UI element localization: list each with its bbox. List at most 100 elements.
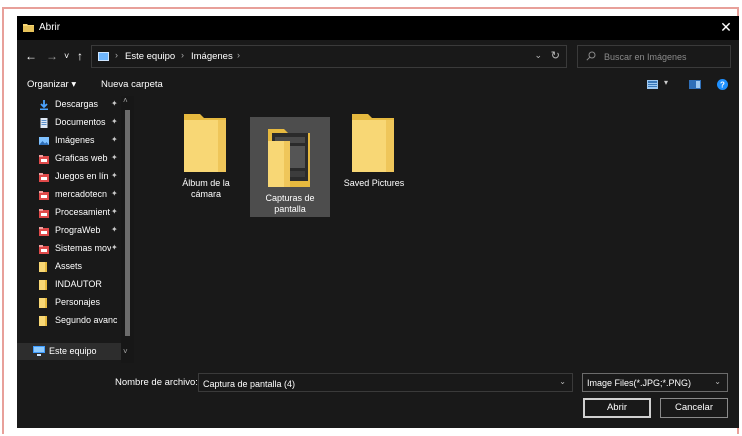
search-input[interactable] [604,50,724,64]
folder-app-icon [23,24,34,32]
breadcrumb-separator: › [115,50,118,60]
open-button[interactable]: Abrir [583,398,651,418]
folder-with-preview-icon [268,129,310,187]
breadcrumb-imagenes[interactable]: Imágenes [191,51,233,62]
app-folder-icon [39,227,49,236]
title-bar: Abrir ✕ [17,16,739,40]
pin-icon[interactable]: ✦ [111,225,118,234]
address-box[interactable]: › Este equipo › Imágenes › ⌄ ↻ [91,45,567,68]
scroll-down-icon[interactable]: ˅ [123,347,128,356]
sidebar-item-label: Sistemas mov [55,243,111,253]
filetype-value: Image Files(*.JPG;*.PNG) [587,378,692,388]
filetype-select[interactable]: Image Files(*.JPG;*.PNG) ⌄ [582,373,728,392]
filename-label: Nombre de archivo: [115,377,198,388]
pin-icon[interactable]: ✦ [111,207,118,216]
download-icon [40,100,48,110]
folder-name: Álbum de la cámara [182,178,230,199]
forward-button[interactable]: → [46,50,58,62]
sidebar-item-este-equipo[interactable]: Este equipo [17,343,121,360]
folder-saved-pictures[interactable]: Saved Pictures [334,102,414,200]
sidebar-item-graficas-web[interactable]: Graficas web ✦ [17,150,121,168]
folder-icon [184,114,226,172]
sidebar-item-label: Este equipo [49,346,97,356]
organize-button[interactable]: Organizar ▾ [27,79,76,90]
chevron-down-icon[interactable]: ⌄ [559,377,566,386]
up-button[interactable]: ↑ [77,50,83,62]
window-title: Abrir [39,22,61,33]
sidebar-scrollbar[interactable]: ˄ ˅ [121,96,134,363]
pictures-icon [39,137,49,145]
computer-icon [33,346,45,356]
preview-pane-icon[interactable] [689,80,701,89]
sidebar-item-label: mercadotecn [55,189,108,199]
filename-input[interactable] [203,377,543,390]
sidebar-item-label: Imágenes [55,135,95,145]
document-icon [40,118,48,128]
sidebar-item-mercadotecnia[interactable]: mercadotecn ✦ [17,186,121,204]
pin-icon[interactable]: ✦ [111,153,118,162]
view-dropdown-icon[interactable]: ▾ [664,78,668,87]
sidebar-item-label: Graficas web [55,153,108,163]
pin-icon[interactable]: ✦ [111,135,118,144]
file-name-panel: Nombre de archivo: ⌄ Image Files(*.JPG;*… [17,363,739,428]
sidebar-item-assets[interactable]: Assets [17,258,121,276]
folder-capturas-pantalla[interactable]: Capturas de pantalla [250,117,330,217]
svg-text:?: ? [720,81,725,90]
pin-icon[interactable]: ✦ [111,243,118,252]
chevron-down-icon[interactable]: ⌄ [714,377,721,386]
folder-name: Capturas de pantalla [265,193,315,214]
sidebar-item-label: PrograWeb [55,225,101,235]
sidebar-item-documentos[interactable]: Documentos ✦ [17,114,121,132]
sidebar-item-segundo-avance[interactable]: Segundo avance [17,312,121,330]
view-options-icon[interactable] [647,80,658,89]
app-folder-icon [39,191,49,200]
filename-combobox[interactable]: ⌄ [198,373,573,392]
sidebar-item-sistemas-moviles[interactable]: Sistemas mov ✦ [17,240,121,258]
sidebar-item-label: Documentos [55,117,106,127]
pin-icon[interactable]: ✦ [111,99,118,108]
app-folder-icon [39,155,49,164]
navigation-bar: ← → ˅ ↑ › Este equipo › Imágenes › ⌄ ↻ [17,40,739,74]
scroll-up-icon[interactable]: ˄ [123,96,128,105]
close-button[interactable]: ✕ [719,19,733,36]
folder-album-camara[interactable]: Álbum de la cámara [166,102,246,200]
computer-icon [98,52,109,61]
new-folder-button[interactable]: Nueva carpeta [101,79,163,90]
sidebar-item-procesamiento[interactable]: Procesamient ✦ [17,204,121,222]
refresh-icon[interactable]: ↻ [551,49,560,62]
sidebar-item-imagenes[interactable]: Imágenes ✦ [17,132,121,150]
sidebar-item-label: Procesamient [55,207,111,217]
search-box[interactable] [577,45,731,68]
pin-icon[interactable]: ✦ [111,117,118,126]
sidebar-item-prograweb[interactable]: PrograWeb ✦ [17,222,121,240]
sidebar-item-label: INDAUTOR [55,279,102,289]
sidebar-item-juegos[interactable]: Juegos en lín ✦ [17,168,121,186]
pin-icon[interactable]: ✦ [111,171,118,180]
app-folder-icon [39,245,49,254]
breadcrumb-este-equipo[interactable]: Este equipo [125,51,175,62]
file-list: Álbum de la cámara Capturas de pantalla [134,96,739,363]
folder-icon [39,298,47,308]
command-bar: Organizar ▾ Nueva carpeta ▾ ? [17,74,739,96]
sidebar-item-label: Assets [55,261,83,271]
sidebar-item-descargas[interactable]: Descargas ✦ [17,96,121,114]
breadcrumb-separator: › [237,50,240,60]
sidebar-item-label: Juegos en lín [55,171,109,181]
cancel-button[interactable]: Cancelar [660,398,728,418]
sidebar-item-indautor[interactable]: INDAUTOR [17,276,121,294]
app-folder-icon [39,209,49,218]
folder-icon [352,114,394,172]
help-icon[interactable]: ? [717,79,728,90]
address-dropdown-icon[interactable]: ⌄ [534,50,542,61]
breadcrumb-separator: › [181,50,184,60]
folder-name: Saved Pictures [343,178,405,188]
recent-locations-button[interactable]: ˅ [64,50,69,62]
sidebar-item-personajes[interactable]: Personajes [17,294,121,312]
sidebar-item-label: Segundo avance [55,315,117,325]
scrollbar-thumb[interactable] [125,110,130,336]
folder-icon [39,280,47,290]
open-file-dialog: Abrir ✕ ← → ˅ ↑ › Este equipo › Imágenes… [17,16,739,428]
pin-icon[interactable]: ✦ [111,189,118,198]
folder-icon [39,316,47,326]
back-button[interactable]: ← [25,50,37,62]
